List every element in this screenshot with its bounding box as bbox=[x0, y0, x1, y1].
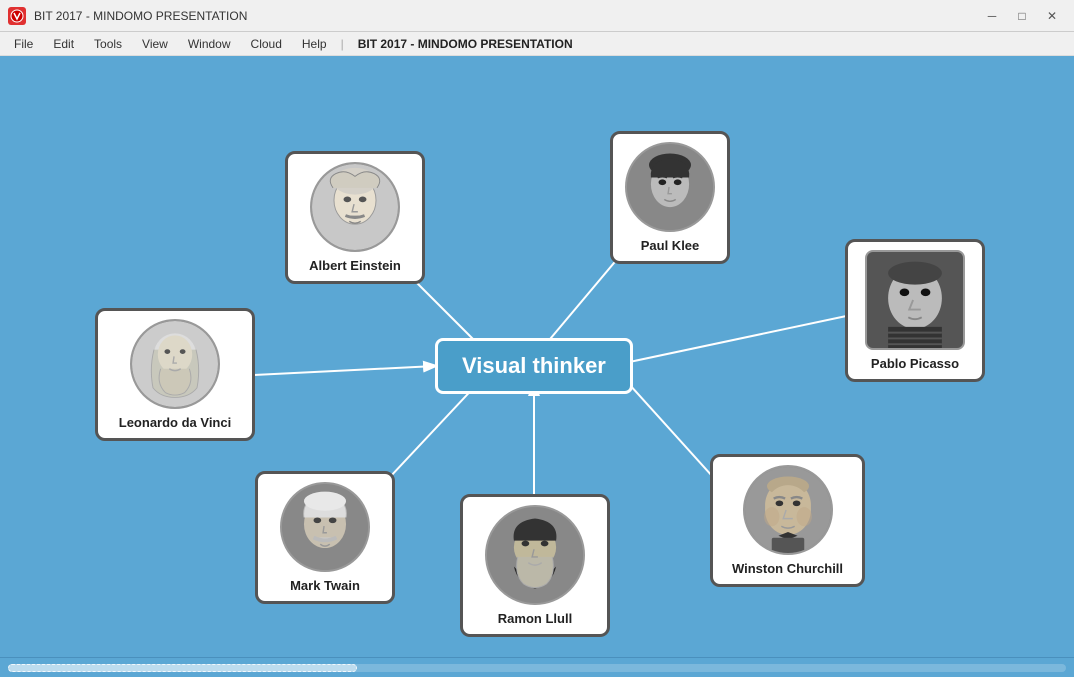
person-name-leonardo-da-vinci: Leonardo da Vinci bbox=[106, 415, 244, 430]
person-card-ramon-llull[interactable]: Ramon Llull bbox=[460, 494, 610, 637]
central-node-label: Visual thinker bbox=[462, 353, 606, 378]
person-name-ramon-llull: Ramon Llull bbox=[471, 611, 599, 626]
portrait-pablo-picasso bbox=[865, 250, 965, 350]
mind-map-canvas: Visual thinker Albert Einst bbox=[0, 56, 1074, 657]
menu-window[interactable]: Window bbox=[178, 32, 241, 55]
person-name-winston-churchill: Winston Churchill bbox=[721, 561, 854, 576]
person-name-albert-einstein: Albert Einstein bbox=[296, 258, 414, 273]
menu-edit[interactable]: Edit bbox=[43, 32, 84, 55]
person-name-mark-twain: Mark Twain bbox=[266, 578, 384, 593]
menu-help[interactable]: Help bbox=[292, 32, 337, 55]
person-name-paul-klee: Paul Klee bbox=[621, 238, 719, 253]
menu-tools[interactable]: Tools bbox=[84, 32, 132, 55]
person-card-winston-churchill[interactable]: Winston Churchill bbox=[710, 454, 865, 587]
menu-bar: File Edit Tools View Window Cloud Help |… bbox=[0, 32, 1074, 56]
minimize-button[interactable]: ─ bbox=[978, 5, 1006, 27]
app-icon bbox=[8, 7, 26, 25]
window-title: BIT 2017 - MINDOMO PRESENTATION bbox=[34, 9, 978, 23]
central-node[interactable]: Visual thinker bbox=[435, 338, 633, 394]
maximize-button[interactable]: □ bbox=[1008, 5, 1036, 27]
person-card-pablo-picasso[interactable]: Pablo Picasso bbox=[845, 239, 985, 382]
portrait-paul-klee bbox=[625, 142, 715, 232]
portrait-mark-twain bbox=[280, 482, 370, 572]
menu-cloud[interactable]: Cloud bbox=[241, 32, 292, 55]
scroll-thumb[interactable] bbox=[8, 664, 357, 672]
portrait-ramon-llull bbox=[485, 505, 585, 605]
person-name-pablo-picasso: Pablo Picasso bbox=[856, 356, 974, 371]
close-button[interactable]: ✕ bbox=[1038, 5, 1066, 27]
person-card-albert-einstein[interactable]: Albert Einstein bbox=[285, 151, 425, 284]
scroll-track[interactable] bbox=[8, 664, 1066, 672]
person-card-leonardo-da-vinci[interactable]: Leonardo da Vinci bbox=[95, 308, 255, 441]
menu-view[interactable]: View bbox=[132, 32, 178, 55]
portrait-albert-einstein bbox=[310, 162, 400, 252]
person-card-mark-twain[interactable]: Mark Twain bbox=[255, 471, 395, 604]
scrollbar-area bbox=[0, 657, 1074, 677]
portrait-winston-churchill bbox=[743, 465, 833, 555]
menu-separator: | bbox=[337, 37, 348, 51]
window-controls: ─ □ ✕ bbox=[978, 5, 1066, 27]
portrait-leonardo-da-vinci bbox=[130, 319, 220, 409]
menu-file[interactable]: File bbox=[4, 32, 43, 55]
person-card-paul-klee[interactable]: Paul Klee bbox=[610, 131, 730, 264]
presentation-title: BIT 2017 - MINDOMO PRESENTATION bbox=[348, 32, 583, 55]
title-bar: BIT 2017 - MINDOMO PRESENTATION ─ □ ✕ bbox=[0, 0, 1074, 32]
